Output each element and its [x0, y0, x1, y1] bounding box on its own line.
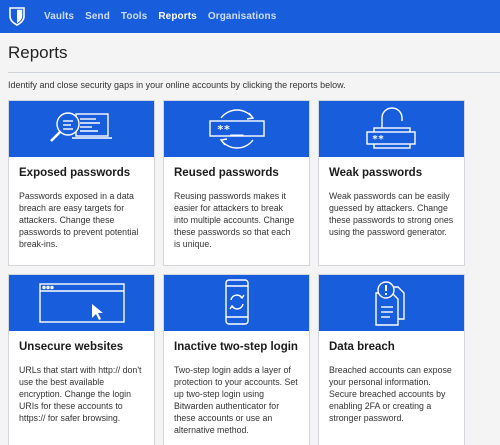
reports-grid: Exposed passwords Passwords exposed in a…	[8, 100, 500, 445]
report-title: Reused passwords	[174, 167, 279, 179]
nav-vaults[interactable]: Vaults	[44, 11, 74, 22]
bitwarden-logo-icon[interactable]	[8, 7, 26, 27]
svg-text:**__: **__	[372, 134, 397, 145]
report-card-reused-passwords[interactable]: **__ Reused passwords Reusing passwords …	[163, 100, 310, 266]
report-card-weak-passwords[interactable]: **__ Weak passwords Weak passwords can b…	[318, 100, 465, 266]
report-title: Exposed passwords	[19, 167, 131, 179]
report-description: URLs that start with http:// don't use t…	[19, 365, 142, 423]
report-card-inactive-two-step-login[interactable]: Inactive two-step login Two-step login a…	[163, 274, 310, 445]
report-title: Weak passwords	[329, 167, 423, 179]
report-title: Unsecure websites	[19, 341, 124, 353]
nav-reports[interactable]: Reports	[158, 11, 196, 22]
reports-page: Reports Identify and close security gaps…	[0, 43, 500, 445]
data-breach-icon	[374, 281, 405, 326]
report-description: Reusing passwords makes it easier for at…	[174, 191, 295, 249]
main-nav: Vaults Send Tools Reports Organisations	[44, 0, 287, 33]
inactive-2fa-icon	[224, 279, 249, 325]
report-description: Passwords exposed in a data breach are e…	[19, 191, 139, 249]
report-title: Data breach	[329, 341, 395, 353]
report-description: Weak passwords can be easily guessed by …	[329, 191, 454, 237]
nav-organisations[interactable]: Organisations	[208, 11, 277, 22]
report-card-data-breach[interactable]: Data breach Breached accounts can expose…	[318, 274, 465, 445]
weak-passwords-icon: **__	[365, 107, 416, 149]
card-banner	[164, 275, 309, 331]
report-description: Two-step login adds a layer of protectio…	[174, 365, 298, 435]
nav-tools[interactable]: Tools	[121, 11, 147, 22]
page-title: Reports	[8, 43, 68, 62]
title-divider	[8, 72, 500, 73]
card-banner	[9, 275, 154, 331]
report-card-exposed-passwords[interactable]: Exposed passwords Passwords exposed in a…	[8, 100, 155, 266]
report-card-unsecure-websites[interactable]: Unsecure websites URLs that start with h…	[8, 274, 155, 445]
report-description: Breached accounts can expose your person…	[329, 365, 452, 423]
card-banner: **__	[319, 101, 464, 157]
unsecure-websites-icon	[38, 283, 125, 323]
card-banner	[319, 275, 464, 331]
page-intro: Identify and close security gaps in your…	[8, 80, 346, 90]
nav-send[interactable]: Send	[85, 11, 110, 22]
card-banner	[9, 101, 154, 157]
exposed-passwords-icon	[49, 112, 112, 142]
svg-text:**__: **__	[217, 123, 244, 136]
report-title: Inactive two-step login	[174, 341, 298, 353]
reused-passwords-icon: **__	[208, 109, 265, 149]
card-banner: **__	[164, 101, 309, 157]
top-navbar: Vaults Send Tools Reports Organisations	[0, 0, 500, 33]
